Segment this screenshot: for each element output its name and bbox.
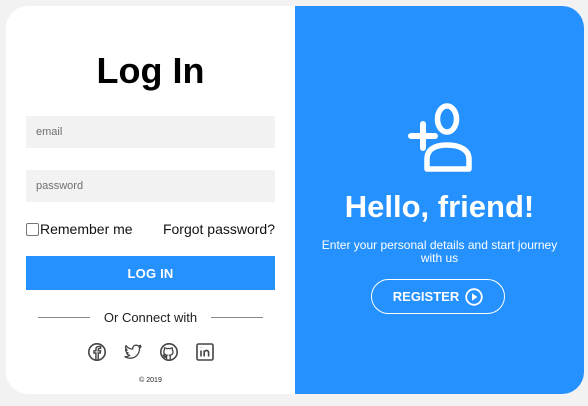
email-field[interactable] [26,116,275,148]
login-card: Log In Remember me Forgot password? LOG … [6,6,584,394]
page-title: Log In [96,50,205,91]
register-button[interactable]: REGISTER [371,279,505,314]
twitter-icon[interactable] [123,342,143,362]
remember-me[interactable]: Remember me [26,221,133,237]
welcome-panel: Hello, friend! Enter your personal detai… [295,6,584,394]
register-label: REGISTER [392,289,460,304]
divider-line [211,317,264,318]
connect-divider: Or Connect with [6,310,295,325]
social-links [6,342,295,362]
welcome-subtext: Enter your personal details and start jo… [321,238,558,265]
github-icon[interactable] [159,342,179,362]
facebook-icon[interactable] [87,342,107,362]
add-user-icon [408,103,472,172]
forgot-password-link[interactable]: Forgot password? [163,221,275,237]
remember-checkbox[interactable] [26,222,39,236]
divider-line [37,317,90,318]
play-circle-icon [465,287,483,306]
password-field[interactable] [26,170,275,202]
copyright: © 2019 [139,377,162,384]
linkedin-icon[interactable] [195,342,215,362]
remember-label: Remember me [40,221,133,237]
welcome-heading: Hello, friend! [344,189,535,224]
connect-label: Or Connect with [103,310,198,325]
login-panel: Log In Remember me Forgot password? LOG … [6,6,295,394]
login-button[interactable]: LOG IN [26,256,275,290]
